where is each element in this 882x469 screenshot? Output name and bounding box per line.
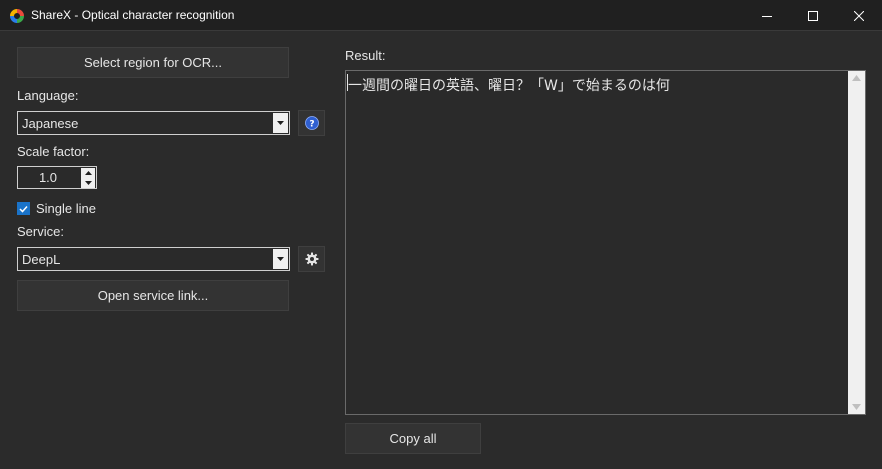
- chevron-up-icon: [84, 171, 92, 175]
- stepper-up-button[interactable]: [81, 168, 95, 178]
- language-label: Language:: [17, 88, 79, 103]
- single-line-label: Single line: [36, 201, 96, 216]
- gear-icon: [305, 252, 318, 266]
- minimize-button[interactable]: [744, 0, 790, 31]
- result-textarea[interactable]: 一週間の曜日の英語、曜日？「W」で始まるのは何: [345, 70, 866, 415]
- service-select[interactable]: DeepL: [17, 247, 290, 271]
- scroll-up-arrow-icon[interactable]: [852, 75, 861, 81]
- sharex-logo-icon: [10, 9, 24, 23]
- language-help-button[interactable]: ?: [298, 110, 325, 136]
- open-service-link-button[interactable]: Open service link...: [17, 280, 289, 311]
- select-region-button[interactable]: Select region for OCR...: [17, 47, 289, 78]
- help-icon: ?: [304, 116, 319, 130]
- svg-text:?: ?: [309, 120, 314, 130]
- title-bar: ShareX - Optical character recognition: [0, 0, 882, 31]
- scale-factor-value: 1.0: [38, 170, 58, 185]
- open-service-link-label: Open service link...: [97, 288, 209, 303]
- vertical-scrollbar[interactable]: [848, 71, 865, 414]
- close-button[interactable]: [836, 0, 882, 31]
- copy-all-label: Copy all: [389, 431, 437, 446]
- copy-all-button[interactable]: Copy all: [345, 423, 481, 454]
- service-settings-button[interactable]: [298, 246, 325, 272]
- language-select[interactable]: Japanese: [17, 111, 290, 135]
- chevron-down-icon: [273, 113, 288, 133]
- scale-factor-label: Scale factor:: [17, 144, 90, 159]
- stepper-down-button[interactable]: [81, 178, 95, 188]
- select-region-label: Select region for OCR...: [84, 55, 222, 70]
- close-icon: [854, 10, 864, 21]
- minimize-icon: [762, 15, 772, 17]
- scale-factor-stepper[interactable]: 1.0: [17, 166, 97, 189]
- single-line-checkbox[interactable]: [17, 202, 30, 215]
- checkmark-icon: [19, 205, 28, 213]
- result-text: 一週間の曜日の英語、曜日？「W」で始まるのは何: [348, 78, 670, 94]
- service-label: Service:: [17, 224, 64, 239]
- result-label: Result:: [345, 48, 386, 63]
- service-value: DeepL: [22, 252, 61, 267]
- maximize-button[interactable]: [790, 0, 836, 31]
- scroll-down-arrow-icon[interactable]: [852, 404, 861, 410]
- chevron-down-icon: [273, 249, 288, 269]
- language-value: Japanese: [22, 116, 79, 131]
- maximize-icon: [808, 10, 818, 21]
- chevron-down-icon: [84, 181, 92, 185]
- window-title: ShareX - Optical character recognition: [31, 8, 235, 22]
